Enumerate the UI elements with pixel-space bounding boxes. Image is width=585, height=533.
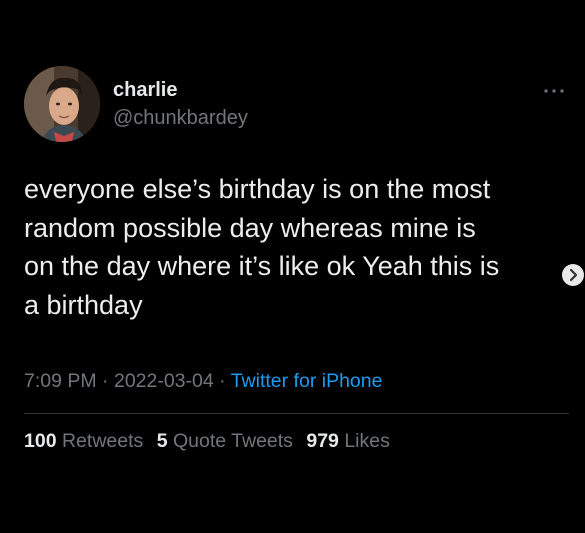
tweet-time[interactable]: 7:09 PM bbox=[24, 370, 97, 392]
quote-tweets-label: Quote Tweets bbox=[172, 430, 293, 452]
quote-tweets-stat[interactable]: 5 Quote Tweets bbox=[157, 430, 293, 452]
likes-count: 979 bbox=[306, 430, 339, 452]
tweet-card: charlie @chunkbardey everyone else’s bir… bbox=[0, 0, 585, 533]
tweet-date[interactable]: 2022-03-04 bbox=[114, 370, 214, 392]
quote-tweets-count: 5 bbox=[156, 430, 168, 452]
handle[interactable]: @chunkbardey bbox=[113, 107, 248, 130]
retweets-label: Retweets bbox=[61, 430, 144, 452]
meta-separator: · bbox=[102, 370, 109, 392]
tweet-source[interactable]: Twitter for iPhone bbox=[231, 370, 383, 392]
retweets-count: 100 bbox=[24, 430, 57, 452]
tweet-stats: 100 Retweets 5 Quote Tweets 979 Likes bbox=[24, 430, 390, 453]
display-name[interactable]: charlie bbox=[113, 79, 177, 102]
profile-photo-icon bbox=[24, 66, 100, 142]
tweet-text: everyone else’s birthday is on the most … bbox=[24, 174, 500, 320]
retweets-stat[interactable]: 100 Retweets bbox=[24, 430, 143, 452]
more-options-icon[interactable] bbox=[542, 84, 566, 96]
meta-separator: · bbox=[219, 370, 226, 392]
likes-stat[interactable]: 979 Likes bbox=[306, 430, 390, 452]
likes-label: Likes bbox=[344, 430, 390, 452]
tweet-meta: 7:09 PM · 2022-03-04 · Twitter for iPhon… bbox=[24, 370, 382, 393]
next-arrow-icon[interactable] bbox=[562, 264, 584, 286]
divider bbox=[24, 413, 569, 414]
avatar[interactable] bbox=[24, 66, 100, 142]
